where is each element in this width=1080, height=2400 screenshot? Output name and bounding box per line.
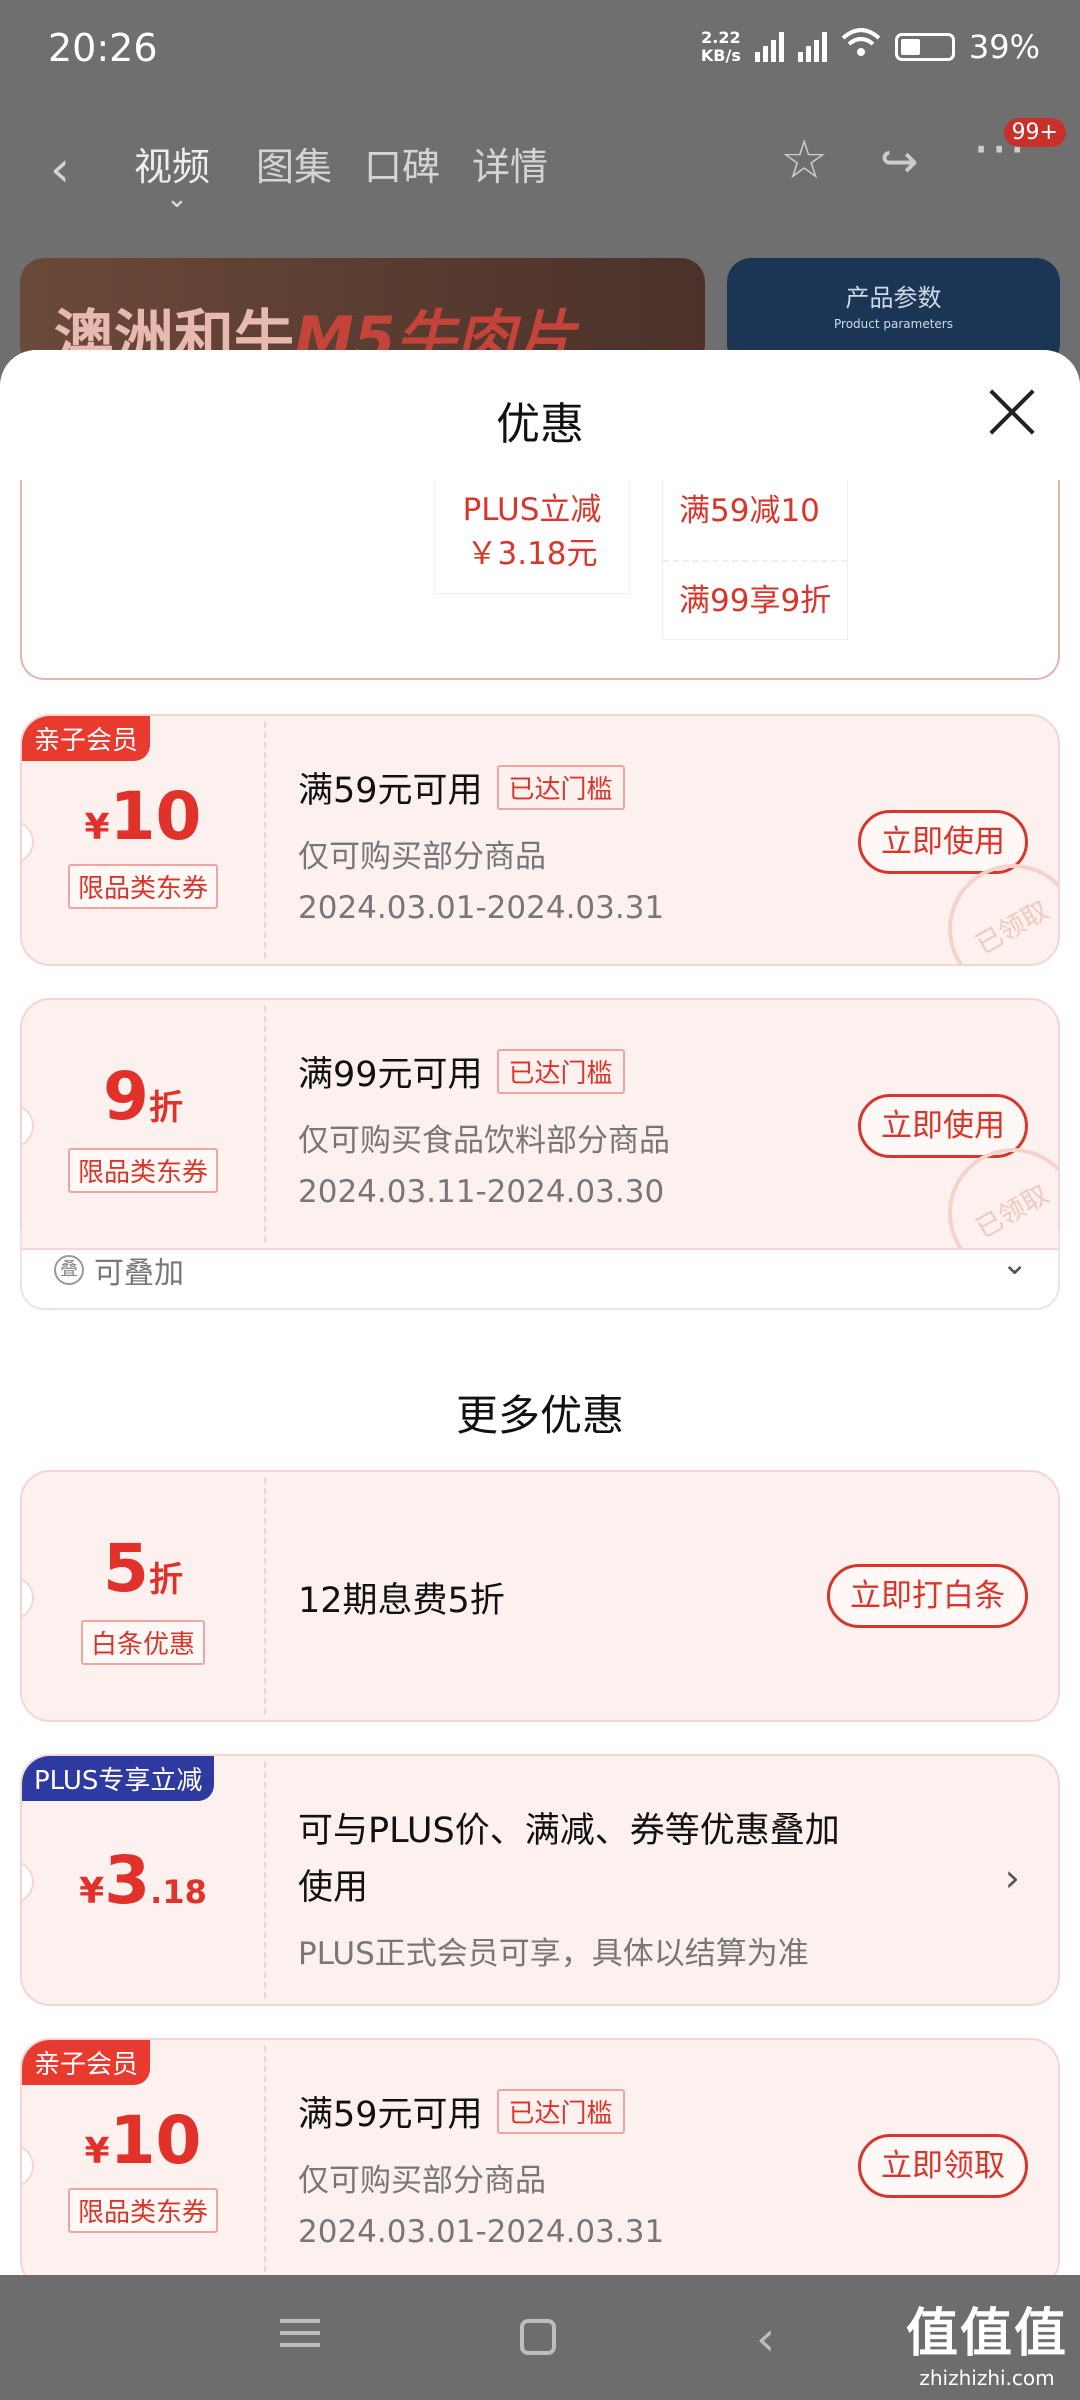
claim-now-button[interactable]: 立即领取 xyxy=(858,2134,1028,2198)
battery-percent: 39% xyxy=(968,28,1040,66)
coupon-scope: 仅可购买部分商品 xyxy=(298,2163,546,2199)
promo-item: 满59减10 xyxy=(679,493,820,529)
promo-summary: PLUS立减 ￥3.18元 满59减10 满99享9折 xyxy=(20,480,1060,680)
watermark: 值值值 zhizhizhi.com xyxy=(905,2304,1068,2390)
baitiao-button[interactable]: 立即打白条 xyxy=(827,1564,1028,1628)
stackable-label: 可叠加 xyxy=(94,1256,184,1291)
status-bar: 20:26 2.22 KB/s 39% xyxy=(0,0,1080,100)
home-icon[interactable] xyxy=(520,2319,556,2355)
stack-icon: 叠 xyxy=(54,1255,84,1285)
promo-list: 满59减10 满99享9折 xyxy=(662,480,848,640)
tab-reviews[interactable]: 口碑 xyxy=(364,136,440,191)
wifi-icon xyxy=(841,28,881,66)
coupon-condition: 满59元可用 xyxy=(298,2095,483,2135)
coupon-scope: 仅可购买部分商品 xyxy=(298,839,546,875)
menu-icon[interactable] xyxy=(280,2311,320,2355)
threshold-badge: 已达门槛 xyxy=(496,765,625,810)
tab-indicator-icon: ⌄ xyxy=(166,184,188,214)
coupon-type: 限品类东券 xyxy=(67,864,219,909)
coupon-validity: 2024.03.01-2024.03.31 xyxy=(298,2214,665,2250)
baitiao-card: 5折 白条优惠 12期息费5折 立即打白条 xyxy=(20,1470,1060,1722)
plus-discount-card: PLUS立减 ￥3.18元 xyxy=(434,480,630,594)
stackable-row[interactable]: 叠可叠加 ⌄ xyxy=(20,1230,1060,1310)
discount-type: 白条优惠 xyxy=(80,1620,206,1665)
coupon-type: 限品类东券 xyxy=(67,2188,219,2233)
coupon-condition: 满99元可用 xyxy=(298,1055,483,1095)
discount-amount: ¥3.18 xyxy=(79,1842,207,1919)
threshold-badge: 已达门槛 xyxy=(496,1049,625,1094)
signal-icon xyxy=(754,32,784,62)
status-icons: 2.22 KB/s 39% xyxy=(701,28,1040,66)
coupon-validity: 2024.03.01-2024.03.31 xyxy=(298,890,665,926)
status-time: 20:26 xyxy=(48,26,158,70)
tab-details[interactable]: 详情 xyxy=(472,136,548,191)
plus-line2: 使用 xyxy=(298,1868,369,1908)
network-speed: 2.22 KB/s xyxy=(700,28,741,65)
product-top-nav: ‹ 视频 ⌄ 图集 口碑 详情 ☆ ↪ ⋯ 99+ xyxy=(0,100,1080,230)
tab-gallery[interactable]: 图集 xyxy=(256,136,332,191)
coupon-type: 限品类东券 xyxy=(67,1148,219,1193)
share-icon[interactable]: ↪ xyxy=(880,134,919,188)
plus-line1: 可与PLUS价、满减、券等优惠叠加 xyxy=(298,1811,840,1851)
back-icon[interactable]: ‹ xyxy=(50,140,70,198)
coupon-card: 亲子会员 ¥10 限品类东券 满59元可用 已达门槛 仅可购买部分商品 2024.… xyxy=(20,714,1060,966)
threshold-badge: 已达门槛 xyxy=(496,2089,625,2134)
coupon-scope: 仅可购买食品饮料部分商品 xyxy=(298,1123,670,1159)
close-icon[interactable] xyxy=(988,388,1036,436)
promo-item: 满99享9折 xyxy=(663,560,847,640)
discount-sheet: 优惠 PLUS立减 ￥3.18元 满59减10 满99享9折 亲子会员 ¥10 … xyxy=(0,350,1080,2275)
battery-icon xyxy=(894,33,955,61)
coupon-amount: ¥10 xyxy=(84,778,202,855)
signal-icon-2 xyxy=(797,32,827,62)
chevron-right-icon[interactable]: › xyxy=(1005,1856,1020,1900)
tab-video[interactable]: 视频 xyxy=(134,136,210,191)
discount-amount: 5折 xyxy=(103,1530,183,1607)
coupon-condition: 满59元可用 xyxy=(298,771,483,811)
coupon-card: 9折 限品类东券 满99元可用 已达门槛 仅可购买食品饮料部分商品 2024.03… xyxy=(20,998,1060,1250)
more-discounts-title: 更多优惠 xyxy=(455,1391,624,1440)
coupon-amount: ¥10 xyxy=(84,2102,202,2179)
coupon-amount: 9折 xyxy=(103,1058,183,1135)
system-nav-bar: ‹ 值值值 zhizhizhi.com xyxy=(0,2275,1080,2400)
plus-discount-card-row[interactable]: PLUS专享立减 ¥3.18 可与PLUS价、满减、券等优惠叠加 使用 PLUS… xyxy=(20,1754,1060,2006)
back-nav-icon[interactable]: ‹ xyxy=(756,2311,775,2367)
sheet-title: 优惠 xyxy=(496,399,584,450)
message-badge: 99+ xyxy=(1003,118,1066,147)
plus-note: PLUS正式会员可享，具体以结算为准 xyxy=(298,1936,809,1972)
star-icon[interactable]: ☆ xyxy=(780,128,828,191)
baitiao-text: 12期息费5折 xyxy=(298,1581,505,1621)
coupon-card: 亲子会员 ¥10 限品类东券 满59元可用 已达门槛 仅可购买部分商品 2024.… xyxy=(20,2038,1060,2275)
coupon-validity: 2024.03.11-2024.03.30 xyxy=(298,1174,665,1210)
chevron-down-icon[interactable]: ⌄ xyxy=(1001,1244,1028,1282)
